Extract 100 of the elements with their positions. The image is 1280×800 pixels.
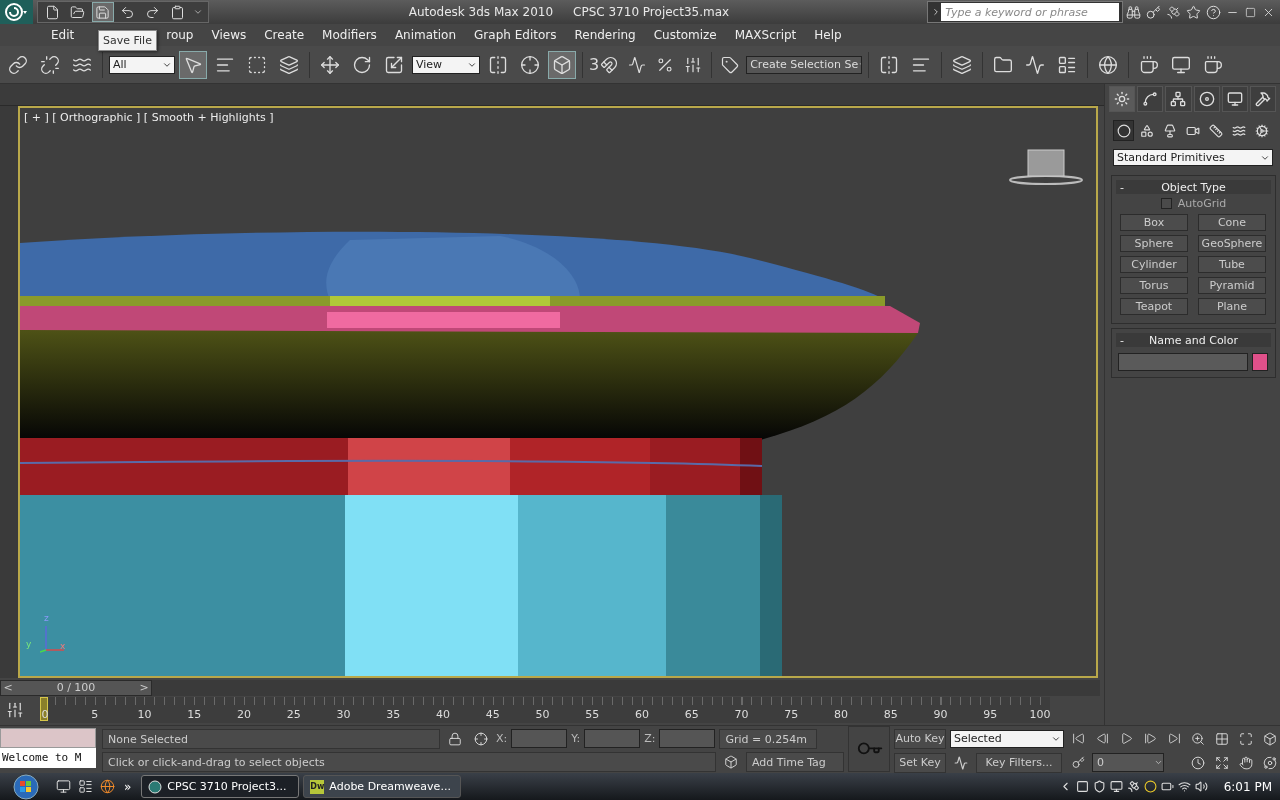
primitive-button[interactable]: Pyramid <box>1198 277 1266 294</box>
create-icon <box>1114 91 1131 107</box>
viewport[interactable]: [ + ] [ Orthographic ] [ Smooth + Highlights ] z y x <box>18 106 1098 678</box>
utilities-icon <box>1254 91 1271 107</box>
frame-number: 35 <box>386 708 401 721</box>
name-field[interactable] <box>1118 353 1248 371</box>
key-filters-button[interactable]: Key Filters... <box>976 752 1062 773</box>
battery-icon[interactable] <box>1160 780 1174 793</box>
axis-tripod-icon <box>40 624 64 654</box>
color-swatch[interactable] <box>1252 353 1268 371</box>
more-icon[interactable]: » <box>124 779 132 794</box>
sphere-icon <box>1116 123 1131 138</box>
rollout-header[interactable]: - Object Type <box>1116 180 1271 194</box>
set-key-button[interactable]: Set Key <box>894 752 946 773</box>
coordinate-label: Z: <box>644 732 656 745</box>
select-object-icon[interactable] <box>179 50 207 79</box>
category-dropdown[interactable]: Standard Primitives <box>1113 149 1273 166</box>
frame-number: 60 <box>635 708 649 721</box>
app-title: Autodesk 3ds Max 2010 <box>408 5 554 19</box>
menu-item[interactable]: MAXScript <box>725 26 806 44</box>
create-tab[interactable] <box>1109 86 1136 112</box>
app-logo-icon <box>148 779 163 794</box>
search-field[interactable]: Type a keyword or phrase <box>927 1 1124 23</box>
snap-toggle-label: 3 <box>589 55 600 74</box>
x-field[interactable] <box>511 729 568 748</box>
z-field[interactable] <box>659 729 716 748</box>
reference-coordinate-dropdown[interactable]: View <box>412 55 480 74</box>
primitive-button[interactable]: Cone <box>1198 214 1266 231</box>
auto-key-button[interactable]: Auto Key <box>894 728 946 749</box>
display-icon <box>1226 91 1243 107</box>
primitive-button[interactable]: Sphere <box>1120 235 1188 252</box>
track-bar[interactable]: 0 5 10 15 20 25 30 35 40 45 50 55 60 65 70 75 80 85 90 95 100 <box>40 697 1050 723</box>
save-icon[interactable] <box>91 2 114 22</box>
modify-tab[interactable] <box>1137 86 1164 112</box>
monitor-icon[interactable] <box>1109 780 1123 793</box>
app-menu-button[interactable] <box>0 0 33 24</box>
modify-icon <box>1142 91 1159 107</box>
frame-number: 50 <box>535 708 550 721</box>
frame-number: 80 <box>834 708 848 721</box>
listener-input[interactable] <box>0 728 96 748</box>
y-field[interactable] <box>584 729 641 748</box>
frame-number: 0 <box>41 708 49 721</box>
frame-number: 45 <box>485 708 500 721</box>
menu-item[interactable]: Animation <box>385 26 466 44</box>
hierarchy-tab[interactable] <box>1165 86 1192 112</box>
menu-item[interactable]: Graph Editors <box>465 26 566 44</box>
key-mode-dropdown[interactable]: Selected <box>950 729 1064 748</box>
menu-item[interactable]: Help <box>805 26 851 44</box>
frame-field[interactable]: 0 <box>1092 753 1164 772</box>
frame-number: 10 <box>137 708 152 721</box>
menu-item[interactable]: Modifiers <box>313 26 386 44</box>
display-tab[interactable] <box>1221 86 1248 112</box>
app-logo-icon: Dw <box>310 779 325 794</box>
primitive-button[interactable]: Tube <box>1198 256 1266 273</box>
taskbar-button[interactable]: Dw Adobe Dreamweave... <box>303 775 462 798</box>
frame-number: 55 <box>585 708 600 721</box>
viewport-label[interactable]: [ + ] [ Orthographic ] [ Smooth + Highlights ] <box>24 111 274 124</box>
frame-number: 40 <box>436 708 450 721</box>
tape-measure-icon <box>1208 123 1223 138</box>
menu-item[interactable]: roup <box>157 26 203 44</box>
spinner-arrows-icon[interactable] <box>1154 758 1163 767</box>
volume-icon[interactable] <box>1194 780 1208 793</box>
primitive-button[interactable]: Cylinder <box>1120 256 1188 273</box>
axis-label: z <box>44 614 49 623</box>
selection-filter-dropdown[interactable]: All <box>109 55 175 74</box>
primitive-button[interactable]: Plane <box>1198 298 1266 315</box>
time-marker[interactable] <box>40 697 48 721</box>
clock: 6:01 PM <box>1223 779 1272 794</box>
named-selection-dropdown[interactable]: Create Selection Se <box>746 55 863 74</box>
menu-item[interactable]: Customize <box>644 26 726 44</box>
frame-number: 90 <box>933 708 948 721</box>
menu-item[interactable]: Create <box>255 26 314 44</box>
primitive-button[interactable]: Torus <box>1120 277 1188 294</box>
shield-icon[interactable] <box>1092 780 1106 793</box>
time-tag-field[interactable]: Add Time Tag <box>746 751 844 772</box>
frame-number: 30 <box>336 708 351 721</box>
frame-number: 95 <box>983 708 998 721</box>
menu-item[interactable]: Edit <box>42 26 84 44</box>
satellite-icon[interactable] <box>1126 780 1140 793</box>
motion-tab[interactable] <box>1193 86 1220 112</box>
menu-item[interactable]: Rendering <box>565 26 645 44</box>
listener-output: Welcome to M <box>0 748 96 768</box>
axis-label: x <box>60 642 66 651</box>
primitive-button[interactable]: Box <box>1120 214 1188 231</box>
frame-number: 70 <box>734 708 749 721</box>
lamp-icon <box>1162 123 1177 138</box>
taskbar-button[interactable]: CPSC 3710 Project3... <box>141 775 300 798</box>
frame-number: 15 <box>187 708 202 721</box>
waves-icon <box>1231 123 1246 138</box>
primitive-button[interactable]: Teapot <box>1120 298 1188 315</box>
menu-item[interactable]: Views <box>202 26 256 44</box>
autogrid-checkbox[interactable] <box>1160 197 1172 209</box>
tray-app-icon[interactable] <box>1075 780 1089 793</box>
rollout-header[interactable]: - Name and Color <box>1116 333 1271 347</box>
axis-label: y <box>26 640 32 649</box>
coordinate-label: Y: <box>571 732 581 745</box>
utilities-tab[interactable] <box>1249 86 1277 112</box>
primitive-button[interactable]: GeoSphere <box>1198 235 1266 252</box>
motion-icon <box>1198 91 1215 107</box>
network-icon[interactable] <box>1177 780 1191 793</box>
